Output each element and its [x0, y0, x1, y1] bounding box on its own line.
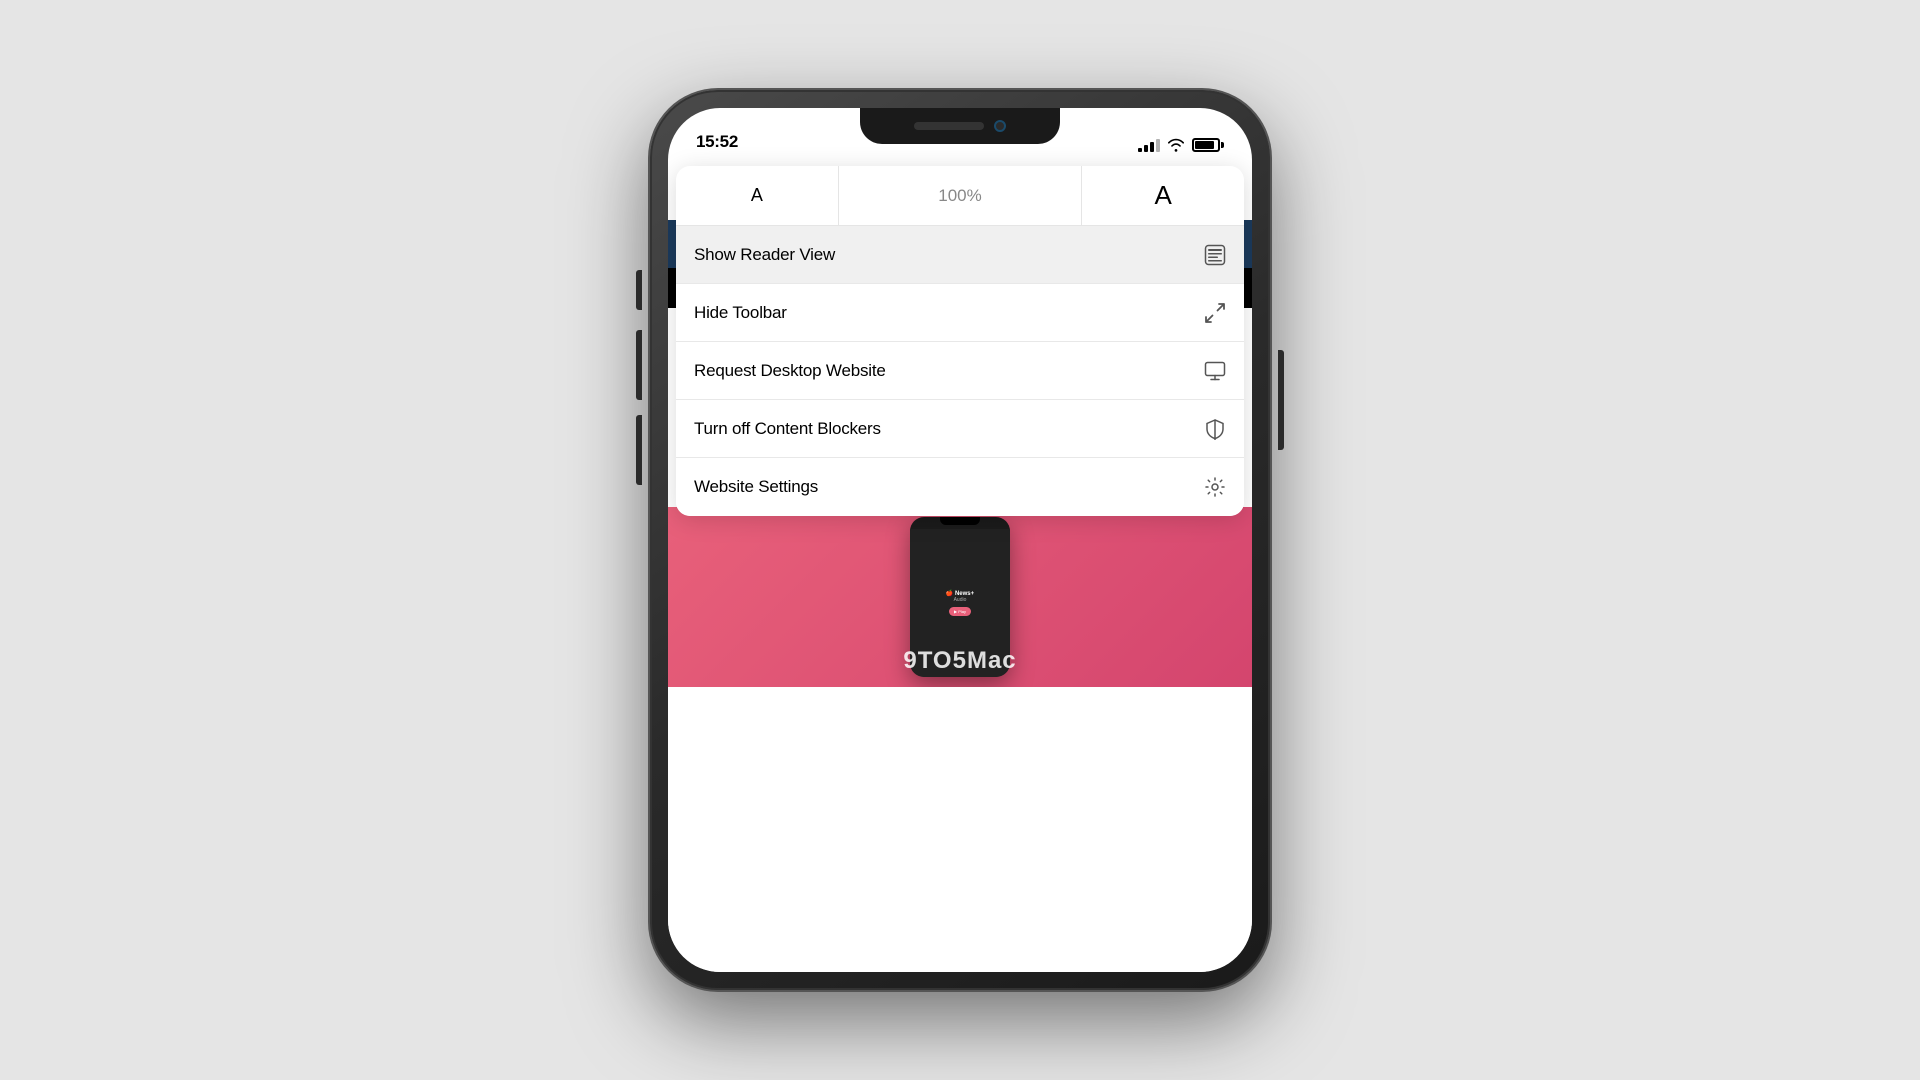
menu-item-show-reader-view[interactable]: Show Reader View — [676, 226, 1244, 284]
show-reader-view-label: Show Reader View — [694, 245, 835, 265]
volume-down-button — [636, 415, 642, 485]
hide-toolbar-label: Hide Toolbar — [694, 303, 787, 323]
website-settings-label: Website Settings — [694, 477, 818, 497]
menu-item-hide-toolbar[interactable]: Hide Toolbar — [676, 284, 1244, 342]
content-blockers-label: Turn off Content Blockers — [694, 419, 881, 439]
phone-device: 15:52 — [650, 90, 1270, 990]
font-large-label: A — [1154, 180, 1171, 211]
font-picker[interactable]: A 100% A Show Reader View — [676, 166, 1244, 516]
power-button — [1278, 350, 1284, 450]
menu-item-request-desktop[interactable]: Request Desktop Website — [676, 342, 1244, 400]
battery-icon — [1192, 138, 1224, 152]
menu-item-website-settings[interactable]: Website Settings — [676, 458, 1244, 516]
dropdown-menu-overlay: A 100% A Show Reader View — [668, 166, 1252, 972]
reader-view-icon — [1204, 244, 1226, 266]
menu-item-content-blockers[interactable]: Turn off Content Blockers — [676, 400, 1244, 458]
phone-screen: 15:52 — [668, 108, 1252, 972]
volume-mute-button — [636, 270, 642, 310]
font-percent-display: 100% — [839, 166, 1083, 225]
page-background: 15:52 — [0, 0, 1920, 1080]
front-camera — [994, 120, 1006, 132]
resize-icon — [1204, 302, 1226, 324]
notch-speaker — [914, 122, 984, 130]
font-size-row: A 100% A — [676, 166, 1244, 226]
status-icons — [1138, 138, 1224, 152]
notch — [860, 108, 1060, 144]
wifi-icon — [1167, 138, 1185, 152]
font-decrease-button[interactable]: A — [676, 166, 839, 225]
gear-icon — [1204, 476, 1226, 498]
signal-icon — [1138, 139, 1160, 152]
font-increase-button[interactable]: A — [1082, 166, 1244, 225]
request-desktop-label: Request Desktop Website — [694, 361, 886, 381]
font-percent-value: 100% — [938, 186, 981, 206]
monitor-icon — [1204, 360, 1226, 382]
volume-up-button — [636, 330, 642, 400]
status-time: 15:52 — [696, 132, 738, 152]
shield-icon — [1204, 418, 1226, 440]
font-small-label: A — [751, 185, 763, 206]
